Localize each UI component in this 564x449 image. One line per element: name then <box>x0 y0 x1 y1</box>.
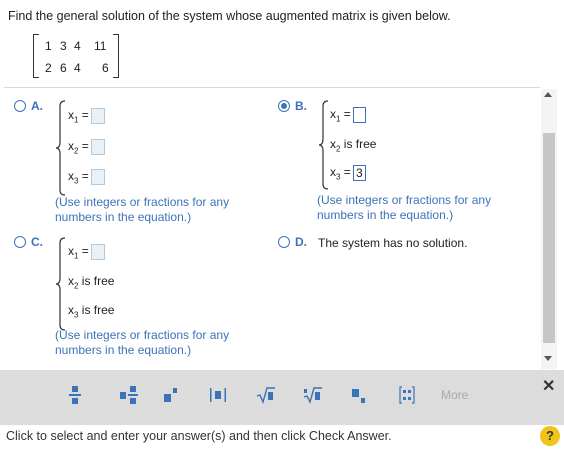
option-b-x1-input[interactable] <box>352 107 366 123</box>
option-c-hint: (Use integers or fractions for any numbe… <box>55 328 230 357</box>
option-c-x1-input[interactable] <box>90 244 105 260</box>
status-text: Click to select and enter your answer(s)… <box>6 429 392 443</box>
option-d-letter: D. <box>295 235 307 249</box>
matrix-cell: 4 <box>74 39 81 53</box>
matrix-cell: 3 <box>60 39 67 53</box>
option-a-x3: x3 = <box>68 169 105 186</box>
matrix-cell: 1 <box>45 39 52 53</box>
option-b-x3-label: x3 = <box>330 165 351 182</box>
nth-root-icon[interactable] <box>302 384 324 406</box>
more-button[interactable]: More <box>441 388 468 402</box>
option-b-x1: x1 = <box>330 107 366 124</box>
scroll-down-icon[interactable] <box>544 356 552 361</box>
option-b-x3-input[interactable]: 3 <box>352 165 366 181</box>
augmented-matrix: 1 3 4 11 2 6 4 6 <box>33 34 119 78</box>
option-a-x3-label: x3 = <box>68 169 89 186</box>
subscript-icon[interactable] <box>348 384 370 406</box>
option-b-x3: x3 = 3 <box>330 165 366 182</box>
matrix-cell: 2 <box>45 61 52 75</box>
exponent-icon[interactable] <box>160 384 182 406</box>
option-a-letter: A. <box>31 99 43 113</box>
matrix-left-bracket <box>33 34 39 78</box>
matrix-cell: 4 <box>74 61 81 75</box>
option-a-x1-input[interactable] <box>90 108 105 124</box>
option-a-x3-input[interactable] <box>90 169 105 185</box>
matrix-right-bracket <box>113 34 119 78</box>
fraction-icon[interactable] <box>64 384 86 406</box>
option-a-x1: x1 = <box>68 108 105 125</box>
option-c-x2: x2 is free <box>68 274 115 291</box>
option-a-x2: x2 = <box>68 139 105 156</box>
divider <box>4 87 540 88</box>
option-a-x2-input[interactable] <box>90 139 105 155</box>
option-c-x3: x3 is free <box>68 303 115 320</box>
option-c-radio[interactable] <box>14 236 26 248</box>
option-d-text: The system has no solution. <box>318 236 468 250</box>
option-b-x2: x2 is free <box>330 137 377 154</box>
scroll-up-icon[interactable] <box>544 92 552 97</box>
absolute-value-icon[interactable] <box>207 384 229 406</box>
close-icon[interactable]: ✕ <box>542 376 555 396</box>
square-root-icon[interactable] <box>255 384 277 406</box>
left-brace-icon <box>55 100 66 196</box>
option-b-radio[interactable] <box>278 100 290 112</box>
option-a-x2-label: x2 = <box>68 139 89 156</box>
option-b-hint: (Use integers or fractions for any numbe… <box>317 193 492 222</box>
left-brace-icon <box>55 237 66 331</box>
option-a-x1-label: x1 = <box>68 108 89 125</box>
option-b-letter: B. <box>295 99 307 113</box>
matrix-icon[interactable] <box>396 384 418 406</box>
matrix-cell: 6 <box>60 61 67 75</box>
mixed-number-icon[interactable] <box>118 384 140 406</box>
option-a-hint: (Use integers or fractions for any numbe… <box>55 195 230 224</box>
question-text: Find the general solution of the system … <box>8 9 451 23</box>
option-d-radio[interactable] <box>278 236 290 248</box>
left-brace-icon <box>318 100 329 190</box>
matrix-cell: 6 <box>102 61 109 75</box>
option-c-x1-label: x1 = <box>68 244 89 261</box>
help-icon[interactable]: ? <box>540 426 560 446</box>
option-c-x1: x1 = <box>68 244 105 261</box>
option-b-x1-label: x1 = <box>330 107 351 124</box>
matrix-cell: 11 <box>94 39 107 53</box>
option-c-letter: C. <box>31 235 43 249</box>
option-a-radio[interactable] <box>14 100 26 112</box>
scrollbar-thumb[interactable] <box>543 133 555 343</box>
